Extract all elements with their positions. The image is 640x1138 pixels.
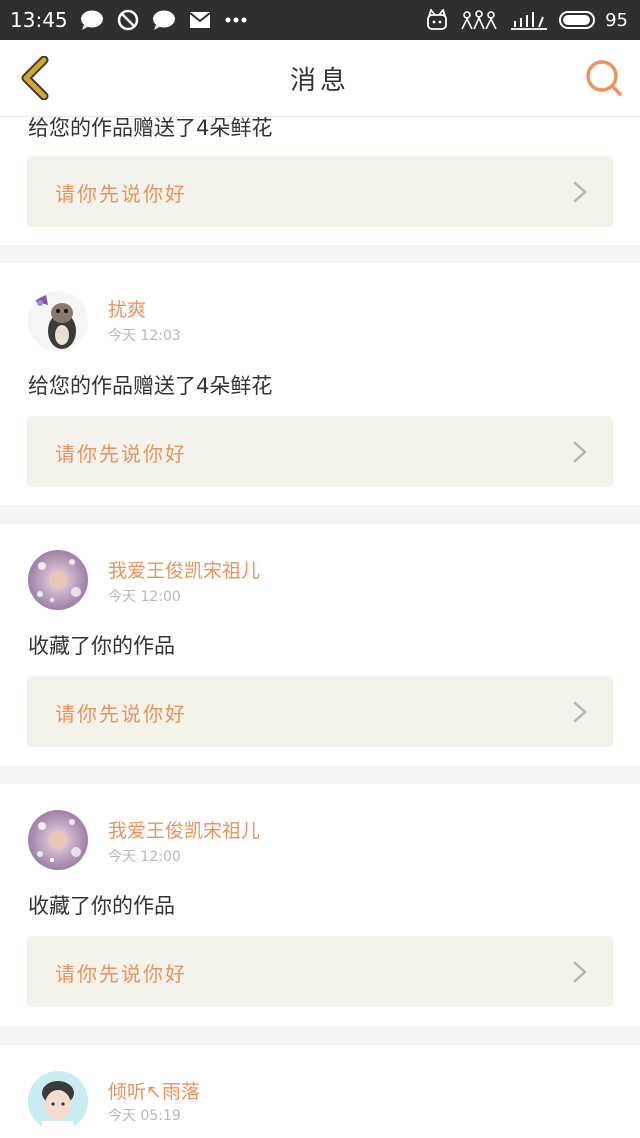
chevron-right-icon [573, 181, 587, 203]
more-dots-icon [224, 9, 248, 31]
user-avatar[interactable] [28, 810, 88, 870]
message-time: 今天 05:19 [108, 1108, 181, 1124]
reply-label: 请你先说你好 [55, 182, 187, 206]
top-nav-bar: 消息 [0, 40, 640, 117]
block-icon [116, 9, 140, 31]
message-time: 今天 12:03 [108, 328, 181, 344]
user-name[interactable]: 我爱王俊凯宋祖儿 [108, 816, 260, 843]
message-card: 倾听↖雨落 今天 05:19 [0, 1045, 640, 1138]
chevron-right-icon [573, 441, 587, 463]
status-bar: 13:45 95 [0, 0, 640, 40]
user-name[interactable]: 倾听↖雨落 [108, 1077, 200, 1104]
user-avatar[interactable] [28, 550, 88, 610]
message-card: 扰爽 今天 12:03 给您的作品赠送了4朵鲜花 请你先说你好 [0, 263, 640, 505]
cat-avatar-image [28, 291, 88, 351]
message-card: 我爱王俊凯宋祖儿 今天 12:00 收藏了你的作品 请你先说你好 [0, 524, 640, 766]
message-card: 我爱王俊凯宋祖儿 今天 12:00 收藏了你的作品 请你先说你好 [0, 784, 640, 1026]
boy-avatar-image [28, 1071, 88, 1131]
cat-sticker-icon [425, 9, 449, 31]
message-time: 今天 12:00 [108, 849, 181, 865]
chat-bubble-icon [80, 9, 104, 31]
sparkle-avatar-image [28, 810, 88, 870]
message-text: 给您的作品赠送了4朵鲜花 [28, 374, 273, 398]
battery-level [563, 15, 591, 25]
reply-button[interactable]: 请你先说你好 [27, 156, 613, 227]
sparkle-avatar-image [28, 550, 88, 610]
reply-button[interactable]: 请你先说你好 [27, 416, 613, 487]
reply-button[interactable]: 请你先说你好 [27, 936, 613, 1007]
signal-doodle-icon [509, 9, 549, 31]
reply-button[interactable]: 请你先说你好 [27, 676, 613, 747]
message-text: 收藏了你的作品 [28, 634, 175, 658]
reply-label: 请你先说你好 [55, 962, 187, 986]
family-sticker-icon [459, 9, 499, 31]
user-avatar[interactable] [28, 291, 88, 351]
message-time: 今天 12:00 [108, 589, 181, 605]
user-name[interactable]: 扰爽 [108, 295, 146, 322]
page-title: 消息 [289, 65, 350, 96]
user-name[interactable]: 我爱王俊凯宋祖儿 [108, 556, 260, 583]
battery-percent: 95 [605, 9, 628, 31]
search-icon[interactable] [584, 58, 624, 98]
mail-icon [188, 9, 212, 31]
chevron-left-icon[interactable] [16, 56, 56, 100]
status-time: 13:45 [10, 8, 68, 32]
chevron-right-icon [573, 701, 587, 723]
reply-label: 请你先说你好 [55, 442, 187, 466]
message-text: 收藏了你的作品 [28, 894, 175, 918]
user-avatar[interactable] [28, 1071, 88, 1131]
chevron-right-icon [573, 961, 587, 983]
battery-icon [559, 11, 596, 29]
chat-bubble-icon [152, 9, 176, 31]
reply-label: 请你先说你好 [55, 702, 187, 726]
